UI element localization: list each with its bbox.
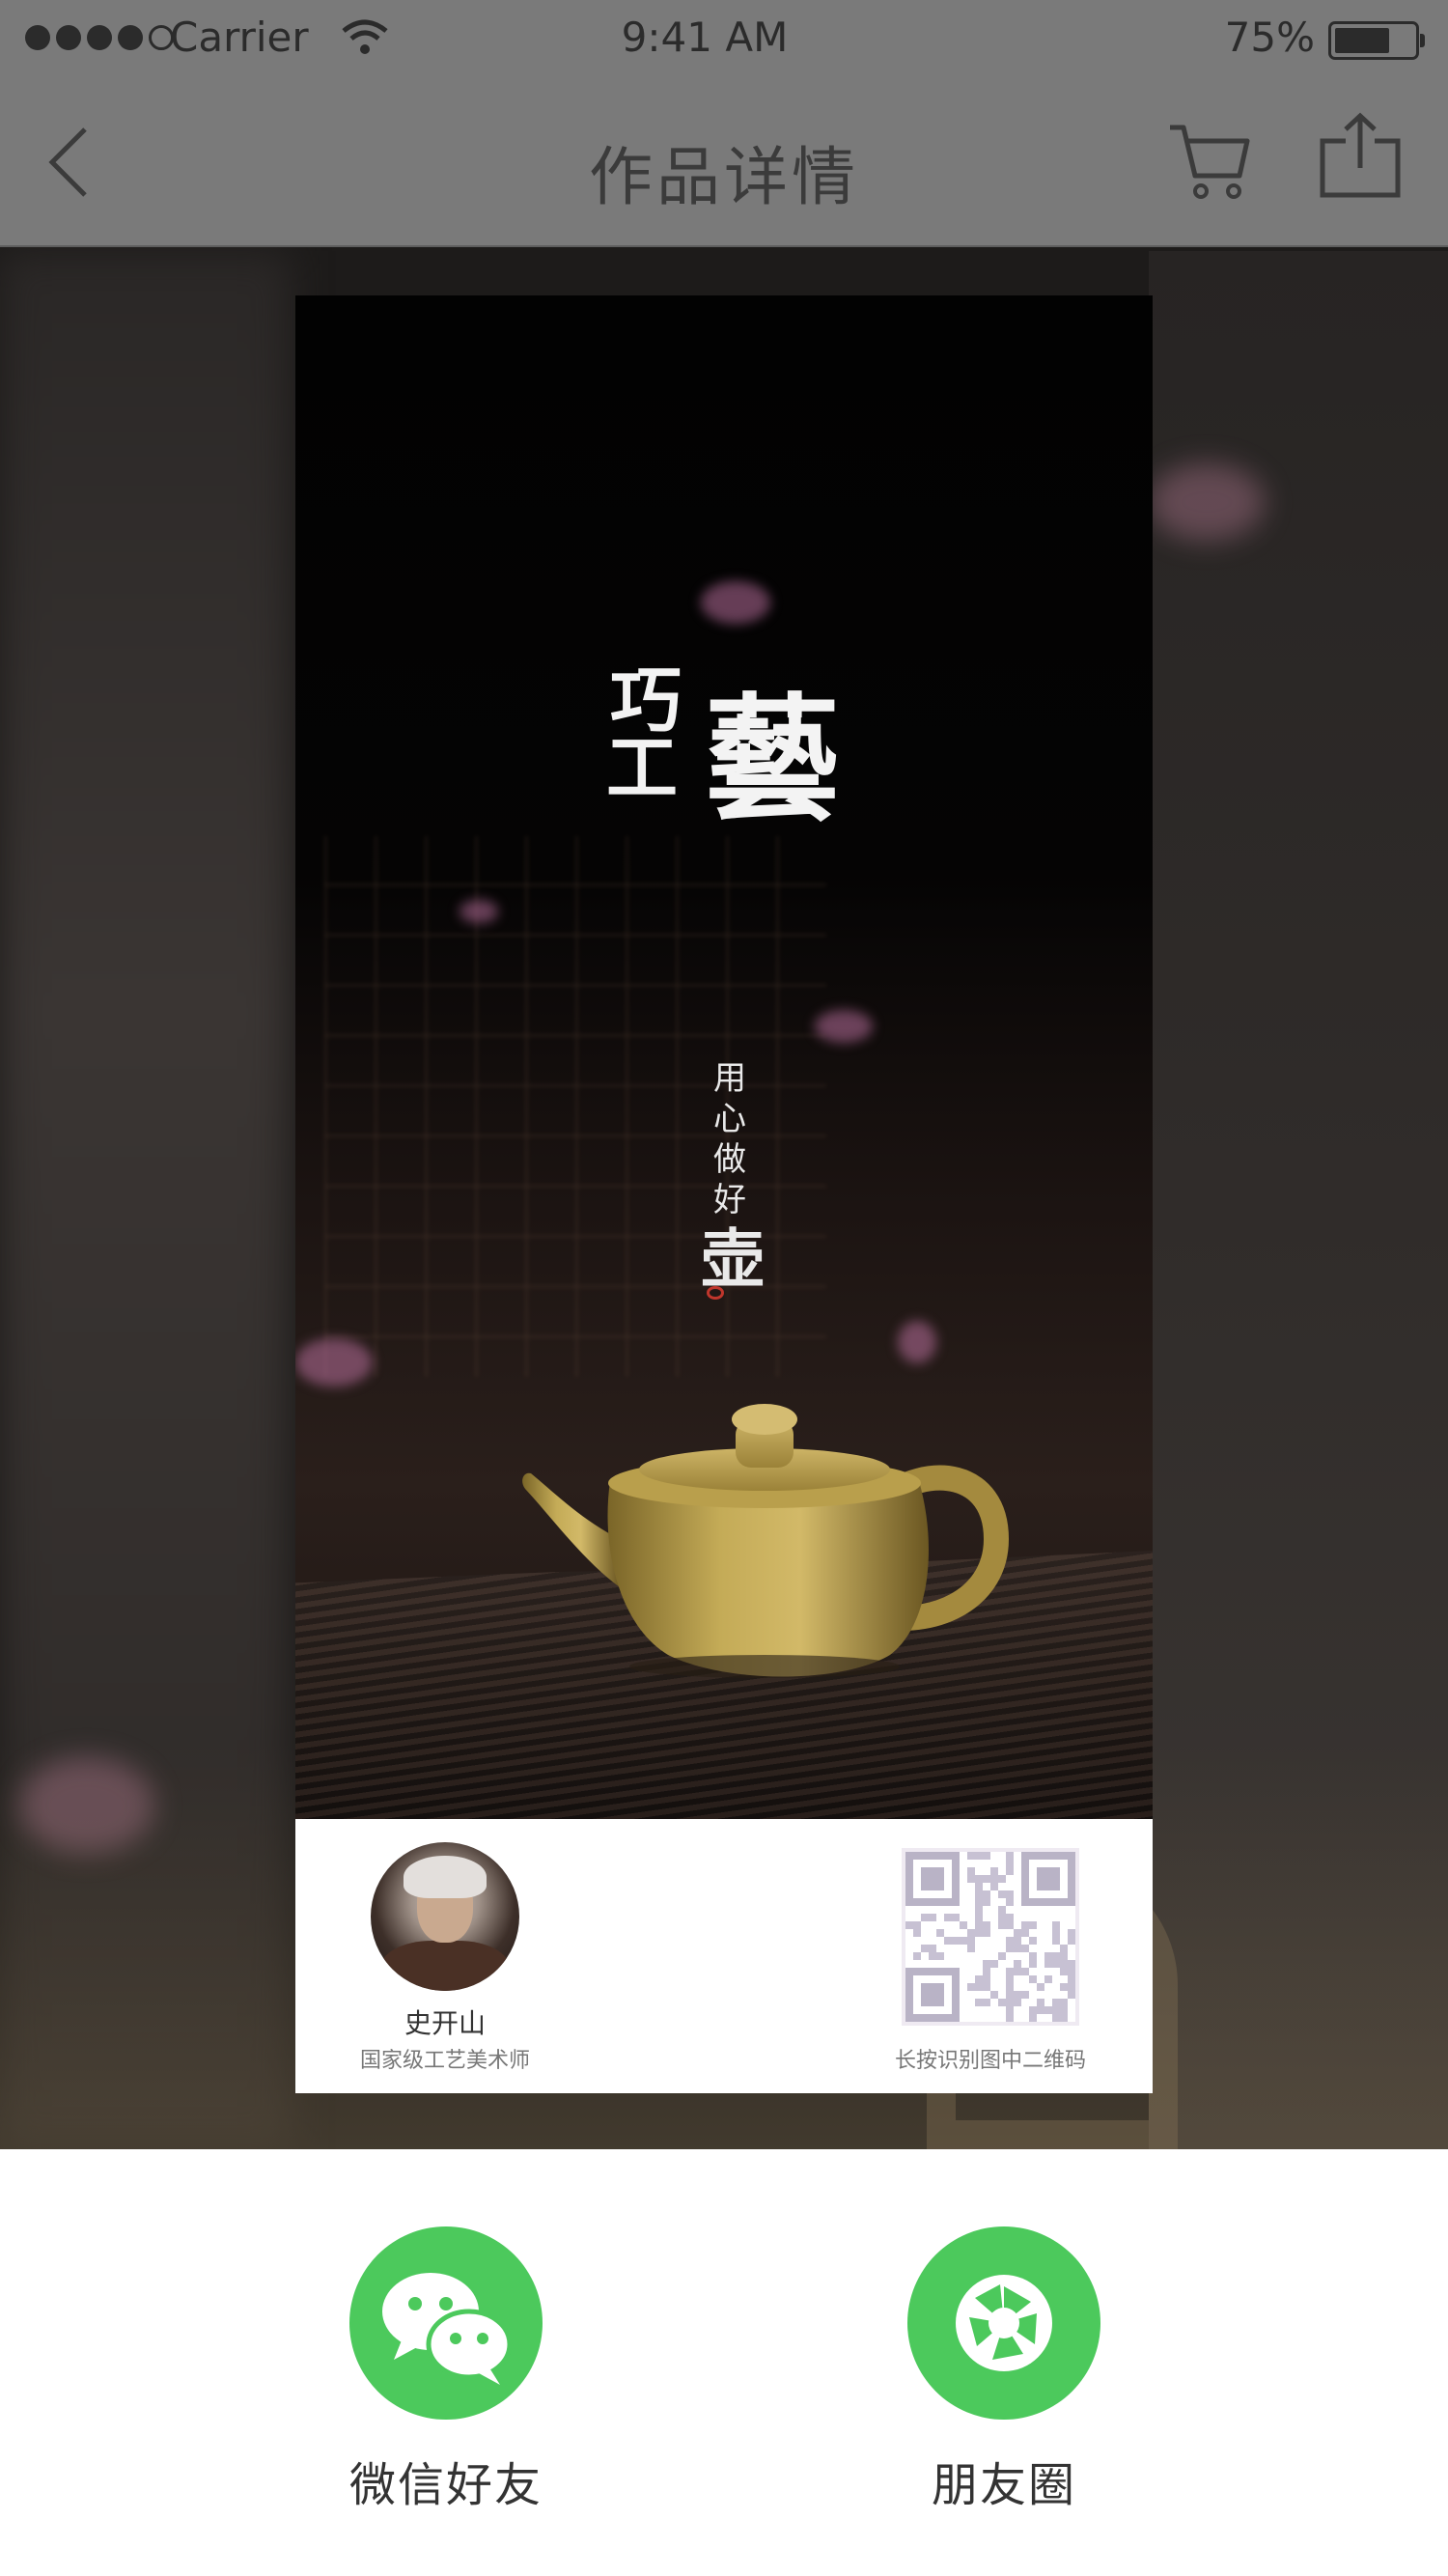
artist-name: 史开山 <box>404 2007 486 2039</box>
teapot-image <box>522 1404 1010 1678</box>
share-moments-label: 朋友圈 <box>931 2458 1076 2512</box>
qr-code[interactable] <box>902 1848 1079 2026</box>
moments-icon <box>956 2275 1052 2371</box>
navigation-bar: 作品详情 <box>0 77 1448 247</box>
poster-headline: 巧 工 藝 <box>606 659 841 839</box>
artist-title: 国家级工艺美术师 <box>359 2049 530 2073</box>
status-bar: Carrier 9:41 AM 75% <box>0 0 1448 77</box>
battery-icon <box>1328 21 1425 60</box>
artist-avatar <box>371 1842 519 1991</box>
red-seal-mark <box>707 1286 724 1300</box>
cart-icon[interactable] <box>1166 118 1251 201</box>
clock: 9:41 AM <box>621 14 789 61</box>
share-sheet: 微信好友 朋友圈 <box>0 2149 1448 2576</box>
qr-caption: 长按识别图中二维码 <box>894 2049 1086 2073</box>
share-wechat-friends-label: 微信好友 <box>348 2458 543 2512</box>
share-poster: 巧 工 藝 用 心 做 好 壶 史开山 国家级工艺美术师 长按识别图中二维码 <box>295 295 1153 2093</box>
share-moments-button[interactable]: 朋友圈 <box>878 2226 1129 2514</box>
poster-photo: 巧 工 藝 用 心 做 好 壶 <box>295 295 1153 1819</box>
poster-footer: 史开山 国家级工艺美术师 长按识别图中二维码 <box>295 1819 1153 2093</box>
share-wechat-friends-button[interactable]: 微信好友 <box>320 2226 571 2514</box>
battery-percentage: 75% <box>1224 14 1315 61</box>
share-icon[interactable] <box>1317 112 1404 199</box>
wechat-icon <box>382 2273 513 2385</box>
poster-motto: 用 心 做 好 壶 <box>701 1058 765 1300</box>
